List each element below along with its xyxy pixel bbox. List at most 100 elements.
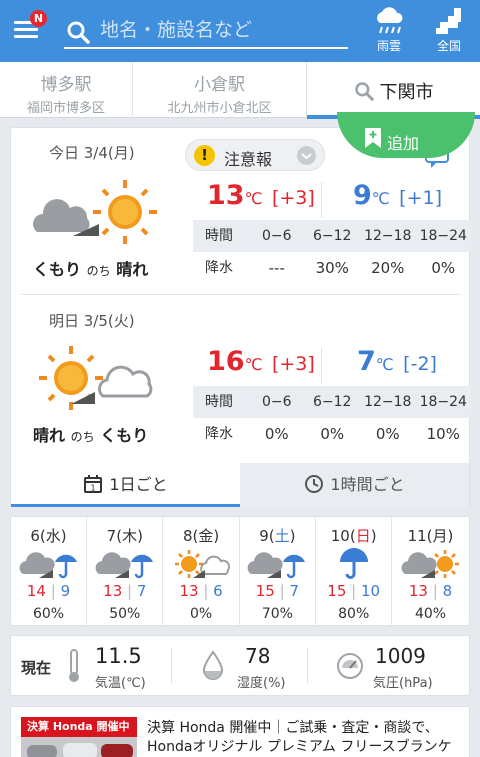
- forecast-card: 今日 3/4(月) ! 注意報 くもり のち 晴れ 13℃ [+3] 9℃ [+…: [10, 127, 471, 507]
- weekly-temps: 13 | 6: [179, 582, 223, 600]
- rain-cloud-icon: [377, 7, 403, 34]
- condition-b: 晴れ: [116, 260, 149, 279]
- weekly-day[interactable]: 10(日) 15 | 10 80%: [316, 517, 393, 625]
- tab-hourly[interactable]: 1時間ごと: [240, 463, 469, 507]
- divider: [171, 648, 172, 684]
- time-slot: 0−6: [261, 394, 292, 410]
- weekly-rain: 50%: [109, 606, 141, 622]
- location-tab-sub: 北九州市小倉北区: [167, 101, 272, 116]
- weekly-low: 10: [360, 582, 381, 600]
- weekly-date: 6(水): [30, 527, 67, 545]
- weekly-forecast[interactable]: 6(水) 14 | 9 60% 7(木) 13 | 7 50% 8(金) 13 | 6 0% 9(…: [10, 516, 470, 626]
- view-switch: 1 1日ごと 1時間ごと: [11, 463, 469, 507]
- weekly-rain: 60%: [32, 606, 65, 622]
- weekly-rain: 0%: [189, 606, 213, 622]
- rain-value: 0%: [264, 425, 289, 443]
- thermometer-icon: [69, 649, 79, 682]
- rain-value: 10%: [426, 425, 460, 443]
- cloudy-then-sunny-icon: [393, 548, 469, 580]
- high-diff: [+3]: [271, 353, 315, 375]
- unit: ℃: [371, 189, 390, 208]
- bookmark-add-icon: [365, 128, 381, 148]
- weekly-high: 13: [179, 582, 199, 600]
- tab-daily[interactable]: 1 1日ごと: [11, 463, 240, 507]
- location-tab-hakata[interactable]: 博多駅 福岡市博多区: [0, 62, 133, 118]
- condition-a: 晴れ: [33, 426, 66, 445]
- search-input[interactable]: [100, 15, 340, 45]
- cloudy-then-rain-icon: [11, 548, 86, 580]
- weekly-date-num: 9: [259, 527, 269, 545]
- rain-radar-button[interactable]: 雨雲: [364, 6, 414, 54]
- high-diff: [+3]: [271, 187, 315, 209]
- weekly-rain: 40%: [414, 606, 447, 622]
- rain-row: 降水 --- 30% 20% 0%: [193, 252, 471, 284]
- location-tab-sub: 福岡市博多区: [26, 101, 105, 116]
- weekly-date-num: 6: [30, 527, 40, 545]
- weekly-day[interactable]: 8(金) 13 | 6 0%: [164, 517, 240, 625]
- weekly-day[interactable]: 6(水) 14 | 9 60%: [11, 517, 87, 625]
- location-tab-shimonoseki[interactable]: 下関市: [307, 62, 480, 119]
- ad-image-banner: 決算 Honda 開催中: [21, 717, 137, 737]
- weekly-date: 7(木): [106, 527, 143, 545]
- current-pressure: 1009: [375, 644, 426, 668]
- weekly-date-num: 8: [182, 527, 193, 545]
- condition-b: くもり: [100, 426, 149, 445]
- clock-icon: [305, 475, 324, 493]
- current-conditions: 現在 11.5 気温(℃) 78 湿度(%) 1009 気圧(hPa): [10, 635, 470, 696]
- weekly-day[interactable]: 9(土) 15 | 7 70%: [240, 517, 316, 625]
- tomorrow-date: 明日 3/5(火): [49, 312, 135, 330]
- weekly-high: 13: [103, 582, 123, 600]
- divider: [21, 294, 461, 295]
- weekly-dow: 水: [45, 527, 61, 545]
- svg-text:1: 1: [91, 484, 96, 493]
- warning-icon: !: [194, 145, 215, 166]
- weekly-day[interactable]: 11(月) 13 | 8 40%: [393, 517, 469, 625]
- weekly-day[interactable]: 7(木) 13 | 7 50%: [87, 517, 164, 625]
- low-value: 7: [357, 346, 376, 377]
- tab-hourly-label: 1時間ごと: [330, 475, 405, 494]
- active-tab-indicator: [11, 504, 240, 507]
- rain-value: 20%: [371, 259, 405, 277]
- condition-a: くもり: [33, 260, 82, 279]
- weekly-date-num: 10: [330, 527, 350, 545]
- ad-text[interactable]: 決算 Honda 開催中｜ご試乗・査定・商談で、 Hondaオリジナル プレミア…: [147, 719, 465, 757]
- humidity-drop-icon: [202, 650, 224, 680]
- low-diff: [-2]: [403, 353, 437, 375]
- chevron-down-icon: [297, 146, 316, 165]
- time-slot: 6−12: [313, 228, 352, 244]
- current-humidity-label: 湿度(%): [237, 676, 286, 691]
- time-slot: 18−24: [419, 394, 467, 410]
- cloudy-then-rain-icon: [240, 548, 315, 580]
- weekly-dow: 土: [274, 527, 290, 545]
- current-humidity: 78: [245, 644, 271, 668]
- weekly-date: 10(日): [330, 527, 377, 545]
- ad-image[interactable]: 決算 Honda 開催中: [21, 717, 137, 757]
- time-slot: 12−18: [364, 394, 412, 410]
- today-condition: くもり のち 晴れ: [33, 256, 148, 280]
- cloudy-then-sunny-icon: [33, 180, 157, 244]
- weekly-dow: 木: [122, 527, 138, 545]
- rain-radar-label: 雨雲: [376, 39, 401, 53]
- ad-banner[interactable]: 決算 Honda 開催中 決算 Honda 開催中｜ご試乗・査定・商談で、 Ho…: [10, 706, 470, 757]
- national-button[interactable]: 全国: [424, 6, 474, 54]
- weekly-dow: 月: [432, 527, 448, 545]
- tomorrow-rain-table: 時間 0−6 6−12 12−18 18−24 降水 0% 0% 0% 10%: [193, 386, 471, 450]
- notification-badge[interactable]: N: [30, 10, 47, 27]
- unit: ℃: [375, 355, 394, 374]
- weekly-temps: 13 | 7: [103, 582, 147, 600]
- ad-line-2: Hondaオリジナル プレミアム フリースブランケ: [147, 739, 452, 755]
- condition-join: のち: [70, 430, 95, 444]
- calendar-icon: 1: [84, 475, 103, 493]
- rain-value: 0%: [431, 259, 456, 277]
- weekly-date: 8(金): [182, 527, 220, 545]
- condition-join: のち: [86, 264, 111, 278]
- today-date: 今日 3/4(月): [49, 144, 135, 162]
- tomorrow-condition: 晴れ のち くもり: [33, 422, 148, 446]
- time-slot: 12−18: [364, 228, 412, 244]
- time-row: 時間 0−6 6−12 12−18 18−24: [193, 220, 471, 252]
- weekly-dow: 日: [355, 527, 371, 545]
- search-box[interactable]: [64, 13, 348, 49]
- today-rain-table: 時間 0−6 6−12 12−18 18−24 降水 --- 30% 20% 0…: [193, 220, 471, 284]
- location-tab-kokura[interactable]: 小倉駅 北九州市小倉北区: [133, 62, 307, 118]
- warning-button[interactable]: ! 注意報: [185, 139, 325, 171]
